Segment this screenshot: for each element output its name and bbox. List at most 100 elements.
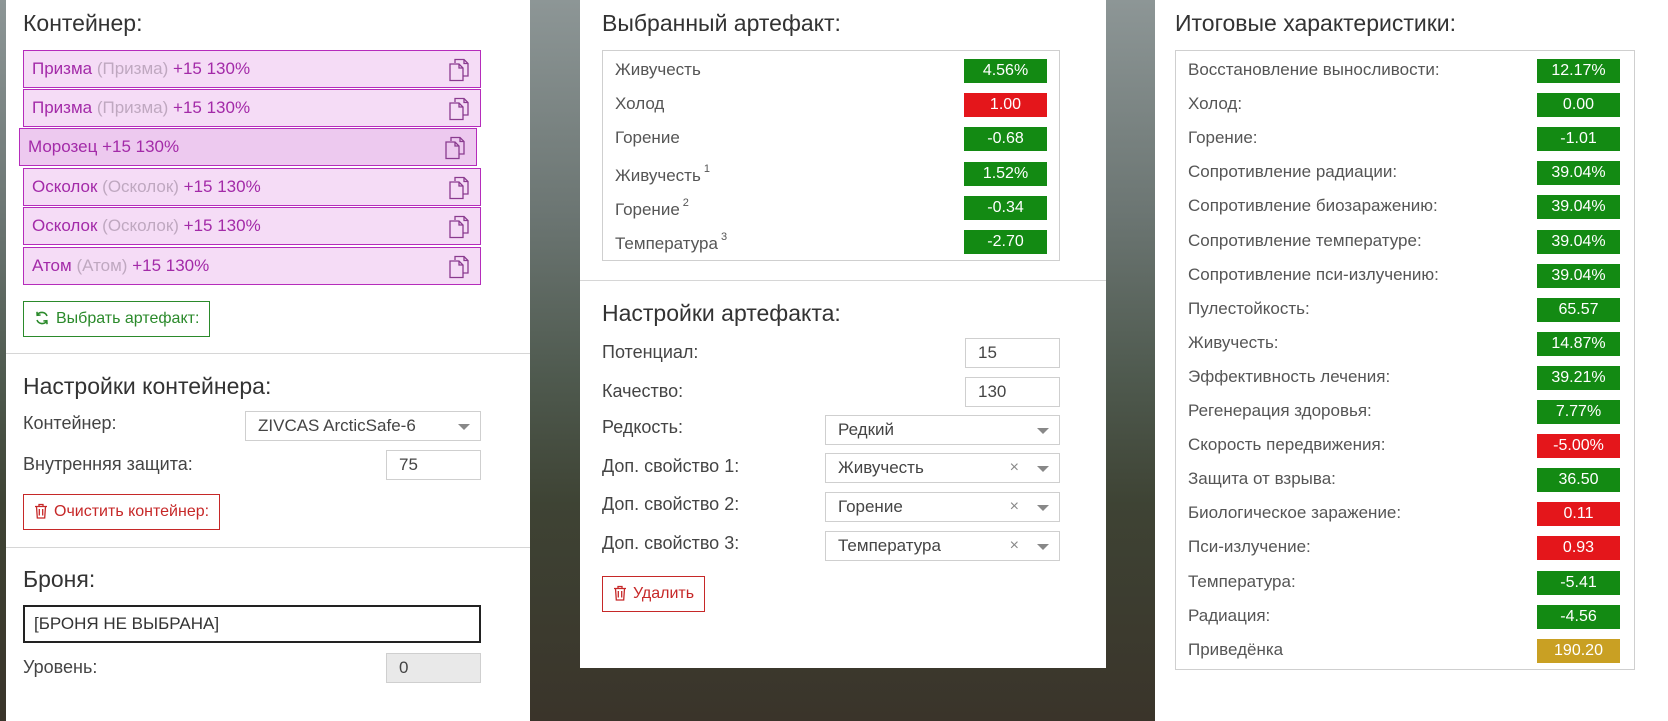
total-stats-title: Итоговые характеристики: [1175, 10, 1457, 36]
stat-footnote: 2 [682, 196, 689, 209]
container-select[interactable]: ZIVCAS ArcticSafe-6 [245, 411, 481, 441]
container-item-alt: (Призма) [96, 98, 169, 117]
armor-level-label: Уровень: [23, 657, 98, 677]
select-artifact-button[interactable]: Выбрать артефакт: [23, 301, 211, 339]
stat-label: Биологическое заражение: [1188, 503, 1401, 523]
copy-icon[interactable] [448, 255, 470, 279]
stat-label-text: Сопротивление пси-излучению: [1188, 264, 1439, 284]
clear-icon[interactable]: × [1010, 532, 1019, 560]
rarity-select[interactable]: Редкий [825, 415, 1060, 445]
container-select-value: ZIVCAS ArcticSafe-6 [258, 416, 416, 435]
stat-label-text: Сопротивление температуре: [1188, 230, 1422, 250]
stat-label-text: Радиация: [1188, 605, 1271, 625]
stat-row: Горение: -1.01 [1176, 122, 1634, 156]
container-settings-title: Настройки контейнера: [23, 373, 272, 399]
quality-input[interactable]: 130 [965, 377, 1060, 407]
copy-icon[interactable] [448, 58, 470, 82]
stat-label: Живучесть 1 [615, 163, 710, 186]
container-item[interactable]: Призма (Призма) +15 130% [23, 89, 481, 127]
extra2-select-value: Горение [838, 497, 903, 516]
stat-label-text: Пси-излучение: [1188, 537, 1311, 557]
container-item[interactable]: Осколок (Осколок) +15 130% [23, 207, 481, 245]
rarity-select-value: Редкий [838, 420, 895, 439]
stat-row: Пси-излучение: 0.93 [1176, 531, 1634, 565]
stat-row: Эффективность лечения: 39.21% [1176, 361, 1634, 395]
stat-value-badge: -5.00% [1537, 434, 1620, 459]
stat-row: Холод 1.00 [603, 88, 1059, 122]
stat-label-text: Живучесть [615, 165, 701, 185]
extra3-select[interactable]: Температура × [825, 531, 1060, 561]
divider [6, 547, 530, 548]
protection-input[interactable]: 75 [386, 450, 481, 480]
stat-row: Холод: 0.00 [1176, 88, 1634, 122]
container-item-level: +15 130% [183, 177, 261, 196]
quality-label: Качество: [602, 381, 684, 401]
copy-icon[interactable] [448, 215, 470, 239]
container-item-level: +15 130% [183, 216, 261, 235]
divider [580, 280, 1106, 281]
stat-label-text: Холод [615, 94, 665, 114]
stat-label-text: Температура [615, 234, 718, 253]
armor-level-input[interactable]: 0 [386, 653, 481, 683]
container-item[interactable]: Осколок (Осколок) +15 130% [23, 168, 481, 206]
stat-label-text: Холод: [1188, 94, 1243, 114]
container-item[interactable]: Призма (Призма) +15 130% [23, 50, 481, 88]
stat-row: Регенерация здоровья: 7.77% [1176, 395, 1634, 429]
copy-icon[interactable] [448, 97, 470, 121]
middle-panel: Выбранный артефакт: Живучесть 4.56% Холод 1… [580, 0, 1106, 668]
stat-label: Сопротивление температуре: [1188, 231, 1422, 251]
copy-icon[interactable] [444, 136, 466, 160]
stat-value-badge: 7.77% [1537, 400, 1620, 424]
stat-label: Приведёнка [1188, 640, 1283, 660]
refresh-icon [34, 305, 50, 339]
stat-row: Температура 3 -2.70 [603, 225, 1059, 259]
container-item-name: Призма [32, 98, 93, 117]
stat-footnote: 3 [720, 231, 728, 243]
armor-select[interactable]: [БРОНЯ НЕ ВЫБРАНА] [23, 605, 481, 643]
container-item-level: +15 130% [132, 256, 210, 275]
container-item-level: +15 130% [173, 59, 251, 78]
extra1-select-value: Живучесть [838, 458, 924, 477]
clear-icon[interactable]: × [1010, 493, 1019, 521]
extra1-select[interactable]: Живучесть × [825, 453, 1060, 483]
stat-value-badge: 0.11 [1537, 502, 1620, 527]
container-item-alt: (Атом) [76, 256, 128, 275]
stat-row: Скорость передвижения: -5.00% [1176, 429, 1634, 463]
container-item-level: +15 130% [102, 137, 180, 156]
extra2-select[interactable]: Горение × [825, 492, 1060, 522]
stat-row: Сопротивление пси-излучению: 39.04% [1176, 259, 1634, 293]
stat-value-badge: 4.56% [964, 59, 1047, 83]
stat-label-text: Сопротивление радиации: [1188, 162, 1398, 182]
stat-label-text: Защита от взрыва: [1188, 469, 1336, 489]
chevron-down-icon [458, 424, 470, 430]
stat-label-text: Живучесть [615, 60, 701, 79]
stat-label-text: Горение [615, 128, 680, 148]
stat-label: Защита от взрыва: [1188, 469, 1336, 489]
stat-value-badge: 0.00 [1537, 93, 1620, 118]
clear-icon[interactable]: × [1010, 454, 1019, 482]
chevron-down-icon [1037, 428, 1049, 434]
stat-row: Приведёнка 190.20 [1176, 634, 1634, 668]
stat-row: Температура: -5.41 [1176, 566, 1634, 600]
divider [6, 353, 530, 354]
extra2-label: Доп. свойство 2: [602, 494, 740, 514]
stat-label: Пси-излучение: [1188, 537, 1311, 557]
armor-title: Броня: [23, 566, 96, 592]
stat-label-text: Температура: [1188, 571, 1296, 591]
copy-icon[interactable] [448, 176, 470, 200]
stat-row: Восстановление выносливости: 12.17% [1176, 54, 1634, 88]
container-item[interactable]: Морозец +15 130% [19, 128, 477, 166]
stat-value-badge: 65.57 [1537, 297, 1620, 322]
stat-value-badge: 39.04% [1537, 229, 1620, 254]
potential-input[interactable]: 15 [965, 338, 1060, 368]
stat-value-badge: -1.01 [1537, 127, 1620, 152]
stat-label: Пулестойкость: [1188, 299, 1310, 319]
stat-value-badge: 39.04% [1537, 195, 1620, 220]
delete-artifact-button[interactable]: Удалить [602, 576, 706, 612]
extra3-select-value: Температура [838, 536, 941, 555]
artifact-settings-title: Настройки артефакта: [602, 300, 841, 326]
container-item[interactable]: Атом (Атом) +15 130% [23, 247, 481, 285]
clear-container-button[interactable]: Очистить контейнер: [23, 494, 221, 530]
stat-value-badge: -0.34 [964, 195, 1047, 220]
delete-artifact-label: Удалить [633, 585, 695, 602]
